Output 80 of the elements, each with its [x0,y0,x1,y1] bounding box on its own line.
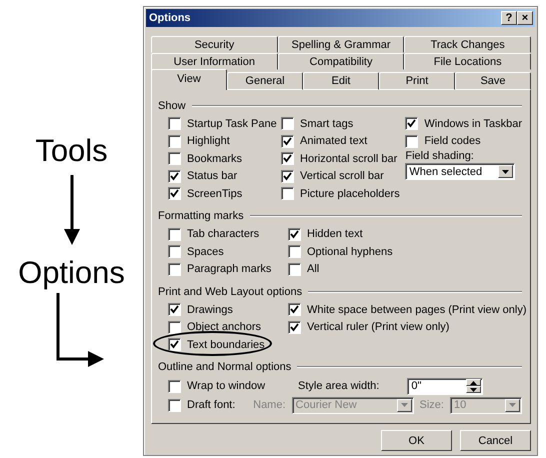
dialog-button[interactable]: OK [381,430,452,451]
checkbox-label: All [307,263,320,276]
section-title: Outline and Normal options [158,361,292,373]
checkbox-label: Field codes [424,135,481,148]
checkbox-label: Vertical scroll bar [300,170,384,182]
spin-up-icon[interactable] [466,379,482,386]
annotation-label: Tools [35,133,108,169]
tab[interactable]: Compatibility [278,53,404,70]
section-title: Formatting marks [158,210,244,222]
checkbox[interactable] [168,398,181,412]
down-arrow [64,175,80,245]
help-button[interactable]: ? [501,11,517,25]
checkbox[interactable] [168,228,181,241]
tab[interactable]: File Locations [404,53,532,70]
checkbox-label: Spaces [187,246,224,258]
checkbox[interactable] [288,228,301,241]
checkbox[interactable] [168,117,181,130]
field-label: Field shading: [405,150,474,162]
checkbox[interactable] [168,320,181,334]
dropdown[interactable]: When selected [405,163,516,180]
checkbox-label: Smart tags [300,118,354,130]
tab[interactable]: Track Changes [404,36,532,53]
checkbox-label: Paragraph marks [187,263,272,276]
checkbox-label: Startup Task Pane [187,118,277,130]
checkbox-label: Picture placeholders [300,188,400,200]
checkbox[interactable] [168,338,181,352]
checkbox-label: Wrap to window [187,380,266,392]
tab[interactable]: View [151,69,227,90]
checkbox-label: Drawings [187,304,233,316]
field-label: Style area width: [298,380,380,392]
checkbox-label: Horizontal scroll bar [300,152,398,165]
checkbox[interactable] [168,187,181,200]
field-label: Name: [253,399,286,411]
checkbox-label: Tab characters [187,228,260,240]
tab[interactable]: Security [151,36,278,53]
spin-down-icon[interactable] [466,386,482,393]
section-title: Show [158,100,186,112]
close-button[interactable]: × [517,11,533,25]
checkbox[interactable] [288,320,301,334]
checkbox-label: Object anchors [187,321,261,334]
section-title: Print and Web Layout options [158,286,302,298]
checkbox[interactable] [281,170,294,183]
checkbox[interactable] [288,245,301,258]
checkbox-label: Text boundaries [187,338,265,351]
checkbox-label: Highlight [187,135,230,148]
checkbox-label: Bookmarks [187,152,242,165]
checkbox[interactable] [405,117,418,130]
checkbox[interactable] [281,134,294,148]
checkbox[interactable] [281,187,294,200]
tab[interactable]: Print [379,72,455,90]
checkbox[interactable] [168,152,181,166]
tab[interactable]: Save [455,72,531,90]
checkbox[interactable] [168,134,181,148]
tab[interactable]: Spelling & Grammar [278,36,404,53]
checkbox-label: Windows in Taskbar [424,118,522,130]
checkbox[interactable] [168,303,181,316]
checkbox-label: ScreenTips [187,188,242,200]
checkbox[interactable] [168,262,181,276]
checkbox[interactable] [281,152,294,166]
checkbox[interactable] [288,262,301,276]
checkbox-label: Hidden text [307,228,363,240]
spin-field[interactable]: 0" [407,378,484,394]
checkbox[interactable] [168,245,181,258]
checkbox-label: Draft font: [187,399,236,411]
checkbox[interactable] [281,117,294,130]
dialog-button[interactable]: Cancel [460,430,531,451]
checkbox[interactable] [168,170,181,183]
checkbox[interactable] [288,303,301,316]
checkbox-label: Optional hyphens [307,246,393,258]
checkbox-label: Animated text [300,135,368,148]
checkbox-label: Status bar [187,170,238,182]
field-label: Size: [420,399,444,411]
tab[interactable]: General [227,72,303,90]
window-title: Options [149,12,191,24]
checkbox[interactable] [168,380,181,392]
checkbox[interactable] [405,134,418,148]
tab[interactable]: Edit [303,72,379,90]
checkbox-label: White space between pages (Print view only) [307,304,526,316]
checkbox-label: Vertical ruler (Print view only) [307,321,450,334]
annotation-label: Options [18,255,125,291]
